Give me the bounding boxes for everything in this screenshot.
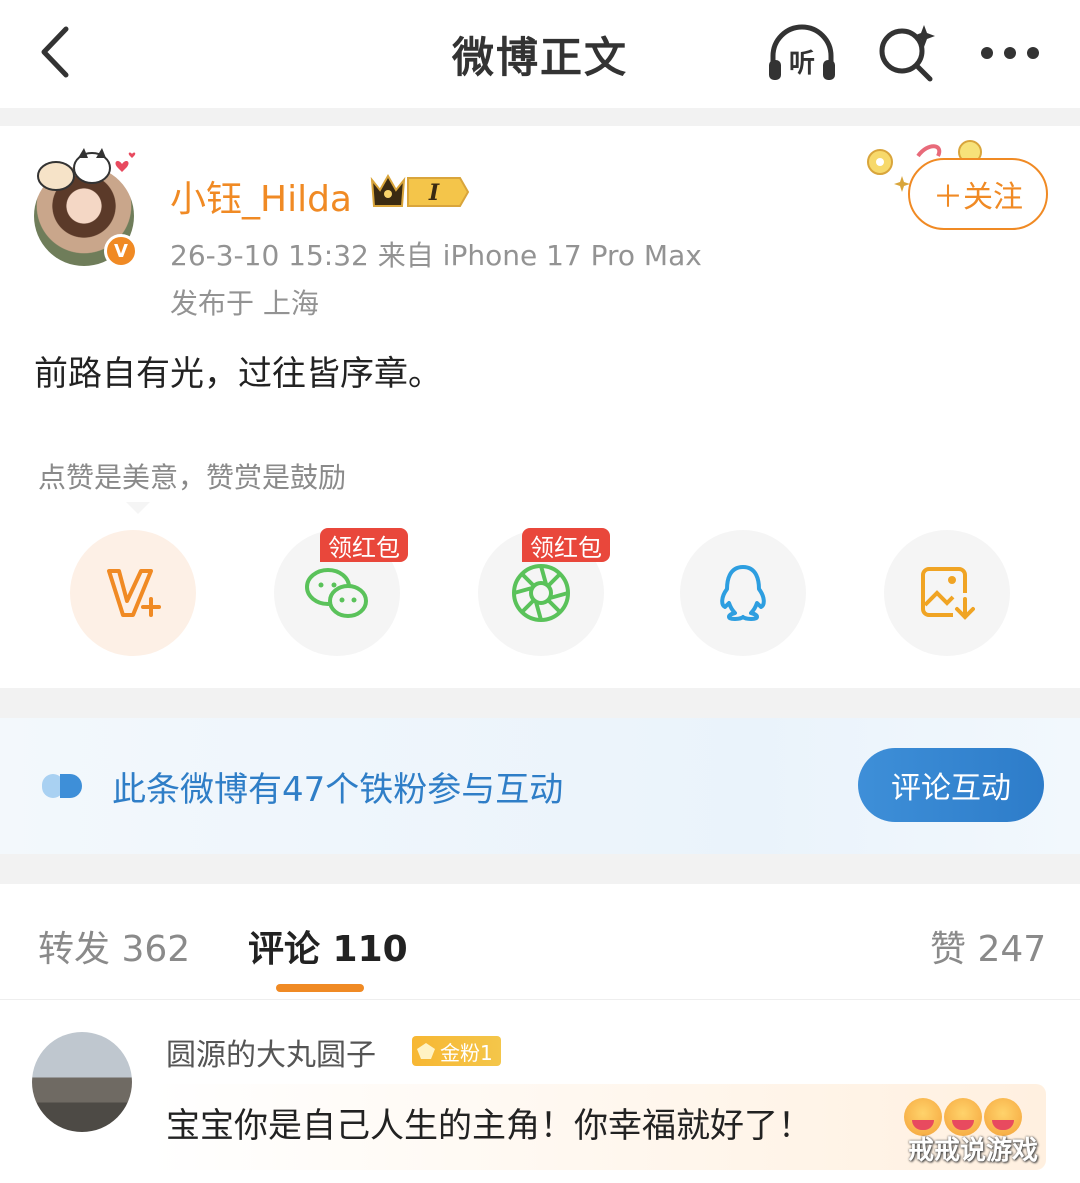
more-dots-icon: [981, 47, 1039, 59]
reward-button[interactable]: [70, 530, 196, 656]
post-time-source: 26-3-10 15:32 来自 iPhone 17 Pro Max: [170, 239, 702, 272]
divider: [0, 854, 1080, 884]
active-tab-indicator: [276, 984, 364, 992]
watermark: 戒戒说游戏: [908, 1136, 1039, 1166]
reward-hint-tooltip: 点赞是美意，赞赏是鼓励: [38, 456, 347, 514]
search-button[interactable]: [868, 18, 944, 88]
post-content: 前路自有光，过往皆序章。: [34, 354, 442, 394]
verified-badge-icon: V: [104, 234, 138, 268]
listen-headphones-icon: 听: [769, 24, 835, 80]
save-image-icon: [921, 567, 975, 620]
author-name[interactable]: 小钰_Hilda: [170, 170, 352, 222]
save-image-button[interactable]: [884, 530, 1010, 656]
divider: [0, 688, 1080, 718]
reward-hint-text: 点赞是美意，赞赏是鼓励: [38, 461, 347, 494]
share-qq-button[interactable]: [680, 530, 806, 656]
v-plus-icon: [107, 569, 161, 617]
more-button[interactable]: [972, 18, 1048, 88]
wechat-icon: [305, 568, 368, 618]
tab-repost[interactable]: 转发 362: [38, 920, 190, 972]
fans-interaction-text: 此条微博有47个铁粉参与互动: [112, 770, 564, 810]
vip-crown-badge-icon: I: [370, 173, 470, 207]
author-avatar[interactable]: V: [26, 146, 142, 268]
moments-icon: [512, 564, 570, 622]
follow-button[interactable]: ＋关注: [908, 158, 1048, 230]
comment-text: 宝宝你是自己人生的主角！你幸福就好了！: [166, 1106, 812, 1146]
weibo-post: V 小钰_Hilda I 26-3-10 15:32 来自 iPhone 17 …: [0, 126, 1080, 688]
gold-fan-badge-label: 金粉1: [440, 1040, 493, 1065]
tab-likes[interactable]: 赞 247: [930, 920, 1046, 972]
divider: [0, 108, 1080, 126]
red-packet-tag: 领红包: [522, 528, 610, 562]
gold-fan-badge: 金粉1: [412, 1036, 501, 1066]
svg-text:I: I: [428, 180, 440, 206]
search-sparkle-icon: [879, 25, 935, 82]
comment-item: 圆源的大丸圆子 金粉1 宝宝你是自己人生的主角！你幸福就好了！ 戒戒说游戏: [0, 1000, 1080, 1183]
avatar-pet-decoration-icon: [37, 148, 136, 191]
listen-button[interactable]: 听: [764, 18, 840, 88]
tooltip-arrow: [126, 502, 150, 514]
iron-fans-banner: 此条微博有47个铁粉参与互动 评论互动: [0, 718, 1080, 854]
commenter-name[interactable]: 圆源的大丸圆子: [166, 1030, 376, 1074]
comment-interact-button[interactable]: 评论互动: [858, 748, 1044, 822]
commenter-avatar[interactable]: [32, 1032, 132, 1132]
top-nav-bar: 微博正文 听: [0, 0, 1080, 108]
post-location: 发布于 上海: [170, 287, 319, 320]
red-packet-tag: 领红包: [320, 528, 408, 562]
qq-penguin-icon: [720, 565, 766, 621]
svg-text:听: 听: [789, 49, 815, 79]
gold-fan-badge-icon: [417, 1043, 435, 1059]
fans-interaction-icon: [42, 774, 82, 798]
post-stats-tabs: 转发 362 评论 110 赞 247: [0, 884, 1080, 1000]
tab-comments[interactable]: 评论 110: [248, 920, 408, 972]
